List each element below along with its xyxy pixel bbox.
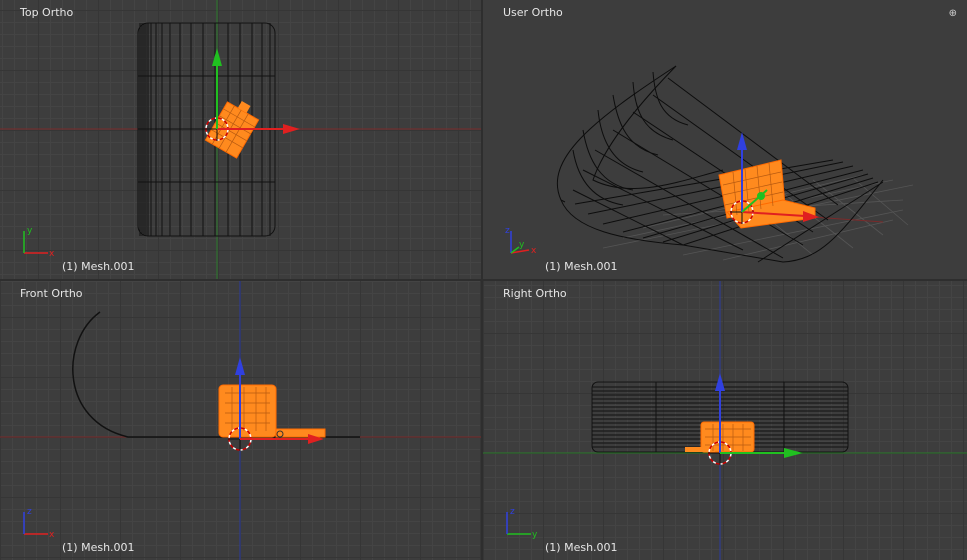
active-object-label: (1) Mesh.001 — [62, 260, 135, 273]
user-view-canvas — [556, 65, 914, 263]
mini-axis-z-label: z — [505, 226, 510, 236]
mini-axis-y-label: y — [519, 240, 525, 250]
mini-axis-z-label: z — [27, 507, 32, 517]
viewport-title: User Ortho — [503, 6, 563, 19]
mini-axes-gizmo: x y — [23, 226, 55, 259]
mesh-profile — [72, 311, 360, 438]
mini-axis-y-label: y — [532, 530, 538, 540]
top-view-canvas — [0, 0, 481, 279]
viewport-top-ortho[interactable]: x y Top Ortho (1) Mesh.001 — [0, 0, 481, 279]
plus-icon[interactable]: ⊕ — [949, 8, 957, 19]
front-view-canvas — [0, 281, 481, 560]
viewport-title: Front Ortho — [20, 287, 83, 300]
mini-axes-gizmo: x z — [23, 507, 55, 540]
right-view-canvas — [483, 281, 967, 560]
viewport-front-ortho[interactable]: x z Front Ortho (1) Mesh.001 — [0, 281, 481, 560]
mini-axis-x-label: x — [49, 530, 55, 540]
viewport-title: Top Ortho — [20, 6, 74, 19]
viewport-grid: x y Top Ortho (1) Mesh.001 x z y User Or… — [0, 0, 967, 560]
mini-axis-x-label: x — [531, 246, 537, 256]
mini-axes-gizmo: x z y — [505, 226, 537, 256]
mini-axis-x-label: x — [49, 249, 55, 259]
viewport-user-ortho[interactable]: x z y User Ortho ⊕ (1) Mesh.001 — [483, 0, 967, 279]
active-object-label: (1) Mesh.001 — [545, 260, 618, 273]
viewport-right-ortho[interactable]: y z Right Ortho (1) Mesh.001 — [483, 281, 967, 560]
mini-axis-y-label: y — [27, 226, 33, 236]
mini-axes-gizmo: y z — [506, 507, 538, 540]
mini-axis-z-label: z — [510, 507, 515, 517]
active-object-label: (1) Mesh.001 — [62, 541, 135, 554]
active-object-label: (1) Mesh.001 — [545, 541, 618, 554]
mesh-wireframe — [556, 65, 884, 263]
viewport-title: Right Ortho — [503, 287, 567, 300]
